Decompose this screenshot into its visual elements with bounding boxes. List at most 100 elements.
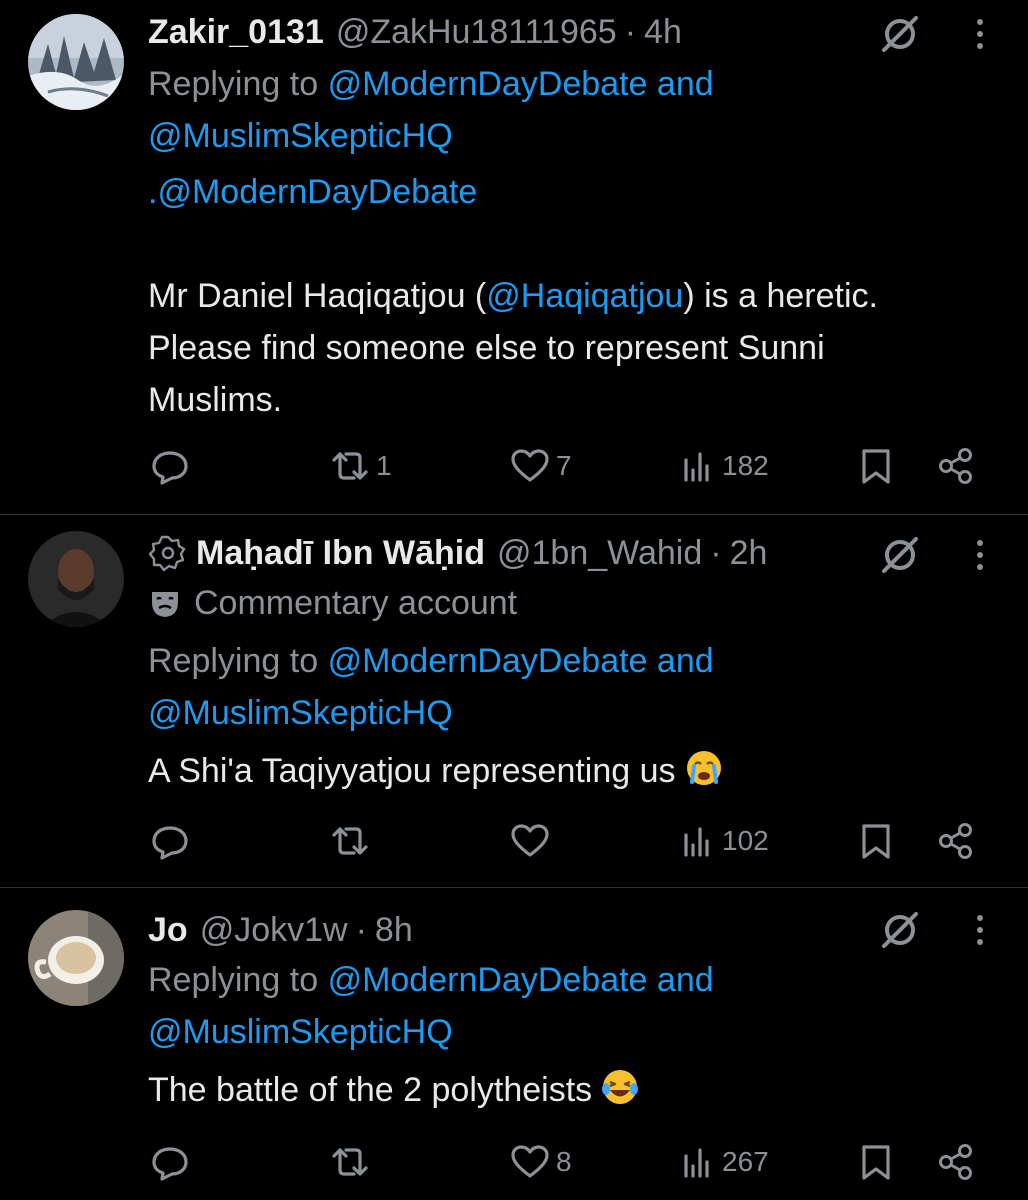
replying-to: Replying to @ModernDayDebate and <box>148 954 714 1006</box>
mention-link[interactable]: @ModernDayDebate <box>328 642 648 680</box>
timestamp[interactable]: 2h <box>730 534 768 573</box>
more-icon[interactable] <box>958 908 1002 952</box>
tweet-actions: 102 <box>0 813 1028 869</box>
grok-icon[interactable] <box>878 12 922 56</box>
bookmark-button[interactable] <box>856 438 896 494</box>
timestamp[interactable]: 8h <box>375 911 413 950</box>
display-name[interactable]: Maḥadī Ibn Wāḥid <box>196 534 485 573</box>
tweet[interactable]: Maḥadī Ibn Wāḥid @1bn_Wahid · 2h Comment… <box>0 515 1028 887</box>
replying-to-label: Replying to <box>148 65 319 103</box>
bookmark-icon <box>862 1145 890 1180</box>
like-button[interactable]: 8 <box>508 1134 572 1190</box>
retweet-icon <box>332 1148 368 1176</box>
mention-link[interactable]: @MuslimSkepticHQ <box>148 117 453 155</box>
body-text: The battle of the 2 polytheists <box>148 1071 593 1109</box>
avatar[interactable] <box>28 14 124 110</box>
tweet-header: Maḥadī Ibn Wāḥid @1bn_Wahid · 2h <box>148 531 767 575</box>
reply-icon <box>152 451 188 485</box>
share-icon <box>939 1144 972 1180</box>
body-text: A Shi'a Taqiyyatjou representing us <box>148 752 676 790</box>
display-name[interactable]: Jo <box>148 911 188 950</box>
commentary-mask-icon <box>152 592 178 617</box>
tweet-actions: 1 7 182 <box>0 438 1028 494</box>
views-count: 267 <box>722 1146 769 1177</box>
crying-face-emoji <box>686 751 721 785</box>
account-label-text: Commentary account <box>194 584 518 622</box>
body-text: Muslims. <box>148 381 283 419</box>
mention-link[interactable]: @ModernDayDebate <box>328 961 648 999</box>
bookmark-button[interactable] <box>856 1134 896 1190</box>
tweet[interactable]: Zakir_0131 @ZakHu18111965 · 4h Replying … <box>0 0 1028 512</box>
reply-button[interactable] <box>150 1134 190 1190</box>
grok-icon[interactable] <box>878 908 922 952</box>
replying-and[interactable]: and <box>657 961 714 999</box>
separator-dot: · <box>355 910 367 949</box>
reply-button[interactable] <box>150 813 190 869</box>
share-button[interactable] <box>936 438 976 494</box>
mention-link[interactable]: @Haqiqatjou <box>486 277 683 315</box>
username[interactable]: @1bn_Wahid <box>497 534 702 573</box>
replying-and[interactable]: and <box>657 642 714 680</box>
tweet[interactable]: Jo @Jokv1w · 8h Replying to @ModernDayDe… <box>0 888 1028 1200</box>
more-icon[interactable] <box>958 533 1002 577</box>
views-count: 182 <box>722 450 769 481</box>
body-text: ) is a heretic. <box>683 277 878 315</box>
retweet-button[interactable]: 1 <box>328 438 392 494</box>
tweet-header: Zakir_0131 @ZakHu18111965 · 4h <box>148 10 682 54</box>
reply-button[interactable] <box>150 438 190 494</box>
like-button[interactable]: 7 <box>508 438 572 494</box>
mention-link[interactable]: @MuslimSkepticHQ <box>148 1013 453 1051</box>
reply-icon <box>152 1147 188 1181</box>
grok-icon[interactable] <box>878 533 922 577</box>
retweet-button[interactable] <box>328 1134 376 1190</box>
replying-to: Replying to @ModernDayDebate and <box>148 58 714 110</box>
views-button[interactable]: 102 <box>678 813 769 869</box>
avatar[interactable] <box>28 910 124 1006</box>
like-icon <box>511 824 549 857</box>
bookmark-icon <box>862 449 890 484</box>
reply-icon <box>152 826 188 860</box>
like-button[interactable] <box>508 813 556 869</box>
body-text: Mr Daniel Haqiqatjou ( <box>148 277 487 315</box>
views-button[interactable]: 267 <box>678 1134 769 1190</box>
timestamp[interactable]: 4h <box>644 13 682 52</box>
bookmark-icon <box>862 824 890 859</box>
account-label: Commentary account <box>148 577 517 629</box>
username[interactable]: @Jokv1w <box>200 911 348 950</box>
separator-dot: · <box>710 533 722 572</box>
separator-dot: · <box>624 12 637 51</box>
replying-to-label: Replying to <box>148 961 319 999</box>
retweet-icon <box>332 452 368 480</box>
replying-to: Replying to @ModernDayDebate and <box>148 635 714 687</box>
views-count: 102 <box>722 825 769 856</box>
replying-and[interactable]: and <box>657 65 714 103</box>
replying-to-line2: @MuslimSkepticHQ <box>148 1006 453 1058</box>
username[interactable]: @ZakHu18111965 <box>336 13 617 52</box>
tweet-text: A Shi'a Taqiyyatjou representing us <box>148 745 724 797</box>
like-icon <box>511 449 549 482</box>
mention-link[interactable]: .@ModernDayDebate <box>148 173 477 211</box>
bookmark-button[interactable] <box>856 813 896 869</box>
more-icon[interactable] <box>958 12 1002 56</box>
views-button[interactable]: 182 <box>678 438 769 494</box>
replying-to-label: Replying to <box>148 642 319 680</box>
tweet-text: The battle of the 2 polytheists <box>148 1064 640 1116</box>
share-icon <box>939 448 972 484</box>
tweet-text: .@ModernDayDebate Mr Daniel Haqiqatjou (… <box>148 166 878 426</box>
mention-link[interactable]: @MuslimSkepticHQ <box>148 694 453 732</box>
display-name[interactable]: Zakir_0131 <box>148 13 324 52</box>
retweet-button[interactable] <box>328 813 376 869</box>
share-button[interactable] <box>936 813 976 869</box>
views-icon <box>684 1148 709 1178</box>
retweet-icon <box>332 827 368 855</box>
like-icon <box>511 1145 549 1178</box>
share-button[interactable] <box>936 1134 976 1190</box>
automated-badge-icon <box>148 535 186 572</box>
body-text: Please find someone else to represent Su… <box>148 329 825 367</box>
like-count: 8 <box>556 1146 572 1177</box>
mention-link[interactable]: @ModernDayDebate <box>328 65 648 103</box>
share-icon <box>939 823 972 859</box>
tweet-header: Jo @Jokv1w · 8h <box>148 908 413 952</box>
views-icon <box>684 452 709 482</box>
avatar[interactable] <box>28 531 124 627</box>
